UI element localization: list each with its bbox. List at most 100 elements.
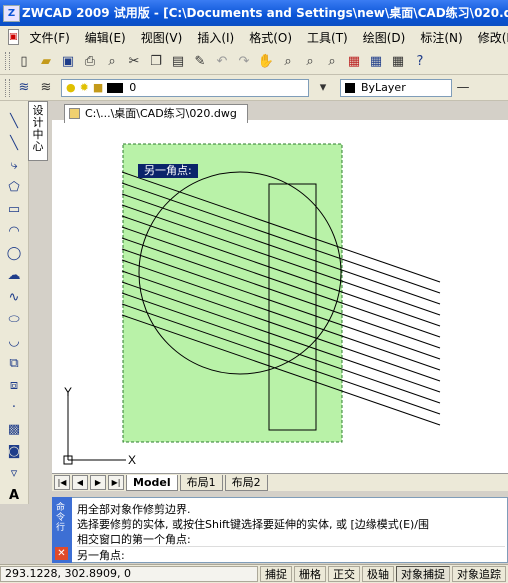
rectangle-icon[interactable]: ▭ (4, 199, 24, 219)
prev-tab-icon[interactable]: ◀ (72, 475, 88, 490)
menu-bar: ▣ 文件(F) 编辑(E) 视图(V) 插入(I) 格式(O) 工具(T) 绘图… (0, 26, 508, 49)
coordinate-readout: 293.1228, 302.8909, 0 (0, 566, 258, 582)
tab-layout1[interactable]: 布局1 (179, 474, 223, 491)
window-title: ZWCAD 2009 试用版 - [C:\Documents and Setti… (22, 6, 508, 20)
ucs-y-label: Y (64, 385, 72, 399)
layer-dropdown[interactable]: ● ✹ ■ 0 (61, 78, 309, 97)
help-icon[interactable]: ? (410, 51, 430, 71)
ellipse-icon[interactable]: ⬭ (4, 309, 24, 329)
match-properties-icon[interactable]: ✎ (190, 51, 210, 71)
menu-file[interactable]: 文件(F) (24, 29, 79, 46)
zoom-realtime-icon[interactable]: ⌕ (278, 51, 298, 71)
color-value: ByLayer (361, 81, 406, 94)
undo-icon[interactable]: ↶ (212, 51, 232, 71)
layout-tab-bar: |◀ ◀ ▶ ▶| Model 布局1 布局2 (52, 473, 508, 491)
ellipse-arc-icon[interactable]: ◡ (4, 331, 24, 351)
lightbulb-icon: ● (66, 81, 76, 94)
color-swatch (345, 82, 355, 93)
layer-state-icon[interactable]: ≋ (36, 78, 56, 98)
command-window[interactable]: 用全部对象作修剪边界. 选择要修剪的实体, 或按住Shift键选择要延伸的实体,… (52, 497, 508, 563)
make-block-icon[interactable]: ⧈ (4, 375, 24, 395)
layer-color-swatch (107, 82, 124, 93)
print-icon[interactable]: ⎙ (80, 51, 100, 71)
close-icon[interactable]: ✕ (55, 547, 68, 560)
command-window-sidebar[interactable]: 命令行 ✕ (52, 497, 72, 563)
color-dropdown[interactable]: ByLayer (340, 78, 452, 97)
table-icon[interactable]: ▿ (4, 463, 24, 483)
design-center-tab[interactable]: 设计中心 (28, 101, 48, 161)
pan-icon[interactable]: ✋ (256, 51, 276, 71)
polygon-icon[interactable]: ⬠ (4, 177, 24, 197)
tab-model[interactable]: Model (126, 474, 178, 491)
save-icon[interactable]: ▣ (58, 51, 78, 71)
ucs-x-label: X (128, 453, 136, 467)
document-tab-label: C:\...\桌面\CAD练习\020.dwg (85, 107, 237, 120)
insert-block-icon[interactable]: ⧉ (4, 353, 24, 373)
new-file-icon[interactable]: ▯ (14, 51, 34, 71)
point-icon[interactable]: · (4, 397, 24, 417)
menu-format[interactable]: 格式(O) (243, 29, 301, 46)
toolbar-grip[interactable] (5, 52, 10, 70)
grid-toggle[interactable]: 栅格 (294, 566, 326, 582)
tab-layout2[interactable]: 布局2 (224, 474, 268, 491)
toolbar-grip[interactable] (5, 78, 10, 97)
ray-icon[interactable]: ╲ (4, 133, 24, 153)
spline-icon[interactable]: ∿ (4, 287, 24, 307)
menu-modify[interactable]: 修改(M) (472, 29, 508, 46)
dwg-file-icon (69, 108, 80, 119)
cloud-icon[interactable]: ☁ (4, 265, 24, 285)
layer-name: 0 (129, 81, 137, 94)
layers-toolbar: ≋ ≋ ● ✹ ■ 0 ▾ ByLayer — (0, 75, 508, 101)
command-input-line[interactable]: 另一角点: (77, 546, 505, 563)
text-icon[interactable]: A (4, 485, 24, 505)
last-tab-icon[interactable]: ▶| (108, 475, 124, 490)
otrack-toggle[interactable]: 对象追踪 (452, 566, 506, 582)
properties-icon[interactable]: ▦ (344, 51, 364, 71)
cut-icon[interactable]: ✂ (124, 51, 144, 71)
osnap-toggle[interactable]: 对象捕捉 (396, 566, 450, 582)
lock-icon: ■ (92, 81, 104, 94)
document-icon[interactable]: ▣ (8, 29, 19, 45)
polyline-icon[interactable]: ⤷ (4, 155, 24, 175)
document-tab[interactable]: C:\...\桌面\CAD练习\020.dwg (64, 104, 248, 123)
command-window-label: 命令行 (56, 503, 66, 533)
layer-previous-icon[interactable]: ▾ (313, 78, 333, 98)
draw-toolbar: ╲ ╲ ⤷ ⬠ ▭ ◠ ◯ ☁ ∿ ⬭ ◡ ⧉ ⧈ · ▩ ◙ ▿ A (0, 101, 29, 504)
first-tab-icon[interactable]: |◀ (54, 475, 70, 490)
menu-dimension[interactable]: 标注(N) (414, 29, 471, 46)
polar-toggle[interactable]: 极轴 (362, 566, 394, 582)
menu-edit[interactable]: 编辑(E) (79, 29, 135, 46)
arc-icon[interactable]: ◠ (4, 221, 24, 241)
line-icon[interactable]: ╲ (4, 111, 24, 131)
layer-manager-icon[interactable]: ≋ (14, 78, 34, 98)
status-bar: 293.1228, 302.8909, 0 捕捉 栅格 正交 极轴 对象捕捉 对… (0, 564, 508, 583)
zoom-previous-icon[interactable]: ⌕ (322, 51, 342, 71)
snap-toggle[interactable]: 捕捉 (260, 566, 292, 582)
menu-draw[interactable]: 绘图(D) (357, 29, 415, 46)
zoom-window-icon[interactable]: ⌕ (300, 51, 320, 71)
menu-insert[interactable]: 插入(I) (191, 29, 243, 46)
command-history-line: 相交窗口的第一个角点: (77, 533, 191, 546)
standard-toolbar: ▯ ▰ ▣ ⎙ ⌕ ✂ ❐ ▤ ✎ ↶ ↷ ✋ ⌕ ⌕ ⌕ ▦ ▦ ▦ ? (0, 48, 508, 75)
drawing-canvas[interactable]: Y X 另一角点: (52, 120, 508, 473)
menu-tools[interactable]: 工具(T) (301, 29, 357, 46)
linetype-dropdown-icon[interactable]: — (453, 78, 473, 98)
ortho-toggle[interactable]: 正交 (328, 566, 360, 582)
tool-palette-icon[interactable]: ▦ (388, 51, 408, 71)
copy-icon[interactable]: ❐ (146, 51, 166, 71)
circle-icon[interactable]: ◯ (4, 243, 24, 263)
open-file-icon[interactable]: ▰ (36, 51, 56, 71)
design-center-icon[interactable]: ▦ (366, 51, 386, 71)
print-preview-icon[interactable]: ⌕ (102, 51, 122, 71)
command-history-line: 选择要修剪的实体, 或按住Shift键选择要延伸的实体, 或 [边缘模式(E)/… (77, 518, 430, 531)
menu-view[interactable]: 视图(V) (135, 29, 192, 46)
redo-icon[interactable]: ↷ (234, 51, 254, 71)
paste-icon[interactable]: ▤ (168, 51, 188, 71)
hatch-icon[interactable]: ▩ (4, 419, 24, 439)
region-icon[interactable]: ◙ (4, 441, 24, 461)
command-history-line: 用全部对象作修剪边界. (77, 503, 191, 516)
zwcad-app-icon: Z (3, 5, 20, 22)
sun-icon: ✹ (79, 81, 89, 94)
next-tab-icon[interactable]: ▶ (90, 475, 106, 490)
drawing-svg: Y X (63, 143, 441, 467)
